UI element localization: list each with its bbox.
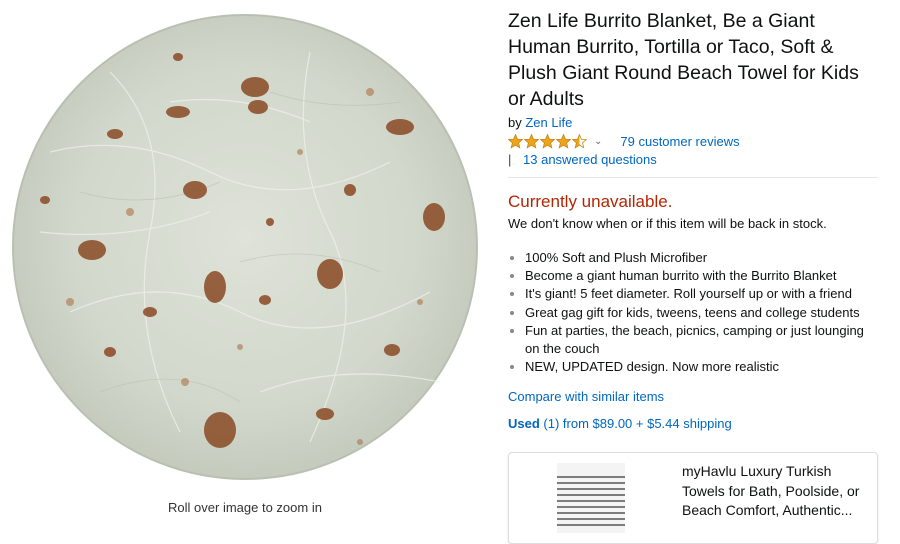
feature-bullet: 100% Soft and Plush Microfiber <box>525 249 878 267</box>
sponsored-product-title[interactable]: myHavlu Luxury Turkish Towels for Bath, … <box>682 462 867 521</box>
star-icon <box>507 133 524 149</box>
sponsored-product-card[interactable]: myHavlu Luxury Turkish Towels for Bath, … <box>508 452 878 544</box>
feature-bullet: NEW, UPDATED design. Now more realistic <box>525 358 878 376</box>
feature-bullet: Great gag gift for kids, tweens, teens a… <box>525 304 878 322</box>
product-title: Zen Life Burrito Blanket, Be a Giant Hum… <box>508 10 859 110</box>
product-details: Zen Life Burrito Blanket, Be a Giant Hum… <box>507 8 878 431</box>
brand-link[interactable]: Zen Life <box>525 115 572 130</box>
star-icon <box>539 133 556 149</box>
zoom-hint: Roll over image to zoom in <box>168 500 322 515</box>
star-icon <box>523 133 540 149</box>
feature-bullets: 100% Soft and Plush Microfiber Become a … <box>508 249 878 376</box>
feature-bullet: Fun at parties, the beach, picnics, camp… <box>525 322 878 358</box>
byline-prefix: by <box>508 115 522 130</box>
used-label[interactable]: Used <box>508 416 540 431</box>
tortilla-blanket-image <box>12 14 478 480</box>
striped-towel-image <box>557 463 625 533</box>
star-icon <box>571 133 588 149</box>
used-offer[interactable]: Used (1) from $89.00 + $5.44 shipping <box>508 416 878 431</box>
divider <box>508 177 878 178</box>
used-offer-price[interactable]: (1) from $89.00 + $5.44 shipping <box>540 416 731 431</box>
star-rating[interactable] <box>507 133 588 149</box>
stock-note: We don't know when or if this item will … <box>508 216 827 231</box>
availability-status: Currently unavailable. <box>508 192 673 211</box>
rating-row: ⌄ 79 customer reviews <box>507 133 878 149</box>
towel-thumbnail[interactable] <box>557 463 625 533</box>
byline: by Zen Life <box>508 115 878 130</box>
feature-bullet: Become a giant human burrito with the Bu… <box>525 267 878 285</box>
product-image[interactable] <box>10 12 480 482</box>
chevron-down-icon[interactable]: ⌄ <box>594 136 602 147</box>
feature-bullet: It's giant! 5 feet diameter. Roll yourse… <box>525 285 878 303</box>
compare-similar-link[interactable]: Compare with similar items <box>508 389 664 404</box>
reviews-link[interactable]: 79 customer reviews <box>620 134 739 149</box>
star-icon <box>555 133 572 149</box>
answered-questions-link[interactable]: 13 answered questions <box>523 152 657 167</box>
product-image-panel: Roll over image to zoom in <box>0 0 490 529</box>
separator: | <box>508 152 512 167</box>
qa-row: | 13 answered questions <box>508 152 878 167</box>
